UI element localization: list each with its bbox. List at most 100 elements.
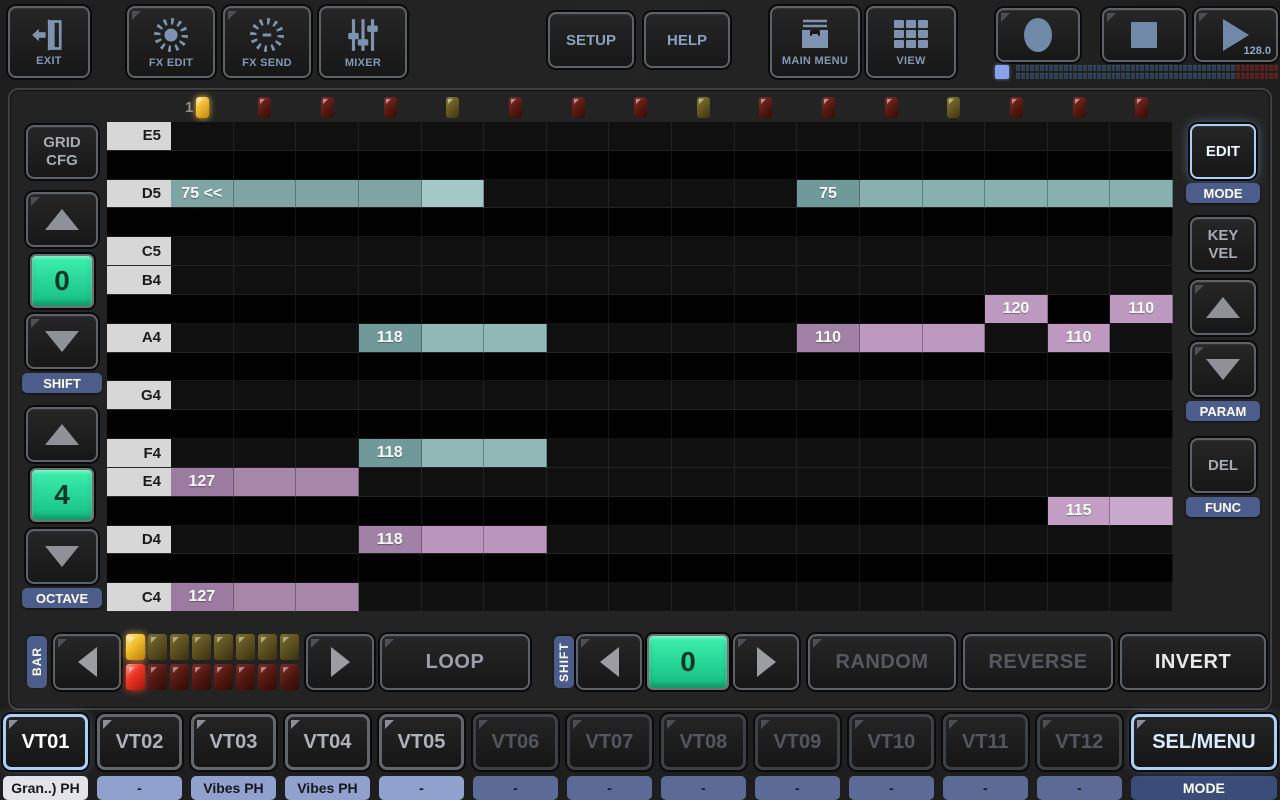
grid-cell[interactable] — [1110, 468, 1173, 497]
grid-cell[interactable] — [1048, 122, 1111, 151]
grid-cell[interactable] — [1048, 151, 1111, 180]
tab-vt12[interactable]: VT12 — [1037, 714, 1122, 770]
note-cell[interactable] — [484, 324, 547, 353]
grid-cell[interactable] — [234, 497, 297, 526]
grid-cell[interactable] — [422, 497, 485, 526]
grid-cell[interactable] — [484, 266, 547, 295]
bar-led[interactable] — [236, 664, 255, 690]
bar-led[interactable] — [126, 634, 145, 660]
grid-cell[interactable] — [296, 410, 359, 439]
bar-led[interactable] — [214, 634, 233, 660]
grid-cell[interactable] — [735, 583, 798, 612]
grid-cell[interactable] — [860, 410, 923, 439]
note-cell[interactable] — [484, 526, 547, 555]
grid-cell[interactable] — [985, 324, 1048, 353]
edit-mode-button[interactable]: EDIT — [1190, 124, 1256, 179]
grid-cell[interactable] — [234, 237, 297, 266]
grid-cell[interactable] — [547, 237, 610, 266]
note-cell[interactable]: 110 — [1110, 295, 1173, 324]
grid-cell[interactable] — [609, 180, 672, 209]
stop-button[interactable] — [1102, 8, 1186, 62]
grid-cell[interactable] — [234, 324, 297, 353]
bar-led[interactable] — [258, 664, 277, 690]
note-cell[interactable] — [296, 468, 359, 497]
grid-cell[interactable] — [985, 526, 1048, 555]
grid-cell[interactable] — [923, 208, 986, 237]
grid-cell[interactable] — [296, 295, 359, 324]
grid-cell[interactable] — [234, 151, 297, 180]
grid-cell[interactable] — [296, 208, 359, 237]
grid-cell[interactable] — [609, 381, 672, 410]
grid-cell[interactable] — [672, 295, 735, 324]
grid-cell[interactable] — [985, 237, 1048, 266]
grid-cfg-button[interactable]: GRID CFG — [26, 125, 98, 179]
grid-cell[interactable] — [1110, 353, 1173, 382]
grid-cell[interactable] — [609, 583, 672, 612]
bar-led[interactable] — [148, 634, 167, 660]
grid-cell[interactable] — [359, 554, 422, 583]
grid-cell[interactable] — [797, 208, 860, 237]
grid-cell[interactable] — [1110, 381, 1173, 410]
grid-cell[interactable] — [422, 468, 485, 497]
shift-right-button[interactable] — [733, 634, 799, 690]
grid-cell[interactable] — [547, 122, 610, 151]
grid-cell[interactable] — [672, 468, 735, 497]
grid-cell[interactable] — [1110, 324, 1173, 353]
grid-cell[interactable] — [985, 353, 1048, 382]
grid-cell[interactable] — [1048, 583, 1111, 612]
grid-cell[interactable] — [234, 526, 297, 555]
grid-cell[interactable] — [359, 122, 422, 151]
grid-cell[interactable] — [923, 497, 986, 526]
grid-cell[interactable] — [985, 439, 1048, 468]
grid-cell[interactable] — [171, 410, 234, 439]
grid-cell[interactable] — [735, 324, 798, 353]
grid-cell[interactable] — [860, 468, 923, 497]
tab-vt05[interactable]: VT05 — [379, 714, 464, 770]
grid-cell[interactable] — [735, 381, 798, 410]
grid-cell[interactable] — [735, 180, 798, 209]
grid-cell[interactable] — [422, 237, 485, 266]
grid-cell[interactable] — [923, 353, 986, 382]
grid-cell[interactable] — [171, 554, 234, 583]
grid-cell[interactable] — [359, 497, 422, 526]
fx-send-button[interactable]: FX SEND — [223, 6, 311, 78]
grid-cell[interactable] — [797, 410, 860, 439]
grid-cell[interactable] — [234, 122, 297, 151]
note-cell[interactable] — [359, 180, 422, 209]
grid-cell[interactable] — [735, 497, 798, 526]
shift-left-button[interactable] — [576, 634, 642, 690]
grid-cell[interactable] — [296, 526, 359, 555]
grid-cell[interactable] — [171, 122, 234, 151]
grid-cell[interactable] — [609, 497, 672, 526]
grid-cell[interactable] — [296, 439, 359, 468]
grid-cell[interactable] — [296, 151, 359, 180]
note-cell[interactable] — [234, 468, 297, 497]
grid-cell[interactable] — [923, 583, 986, 612]
reverse-button[interactable]: REVERSE — [963, 634, 1113, 690]
grid-cell[interactable] — [484, 151, 547, 180]
grid-cell[interactable] — [923, 295, 986, 324]
grid-cell[interactable] — [923, 237, 986, 266]
grid-cell[interactable] — [296, 497, 359, 526]
delete-button[interactable]: DEL — [1190, 438, 1256, 493]
note-cell[interactable] — [923, 324, 986, 353]
grid-cell[interactable] — [797, 122, 860, 151]
grid-cell[interactable] — [484, 208, 547, 237]
grid-cell[interactable] — [359, 583, 422, 612]
note-cell[interactable] — [422, 526, 485, 555]
mixer-button[interactable]: MIXER — [319, 6, 407, 78]
bar-led[interactable] — [192, 664, 211, 690]
bar-led[interactable] — [236, 634, 255, 660]
grid-cell[interactable] — [672, 526, 735, 555]
grid-cell[interactable] — [171, 353, 234, 382]
grid-cell[interactable] — [1048, 353, 1111, 382]
grid-cell[interactable] — [547, 439, 610, 468]
grid-cell[interactable] — [296, 122, 359, 151]
grid-cell[interactable] — [735, 237, 798, 266]
note-cell[interactable] — [923, 180, 986, 209]
grid-cell[interactable] — [171, 324, 234, 353]
octave-up-button[interactable] — [26, 407, 98, 462]
view-button[interactable]: VIEW — [866, 6, 956, 78]
grid-cell[interactable] — [359, 208, 422, 237]
grid-cell[interactable] — [171, 381, 234, 410]
